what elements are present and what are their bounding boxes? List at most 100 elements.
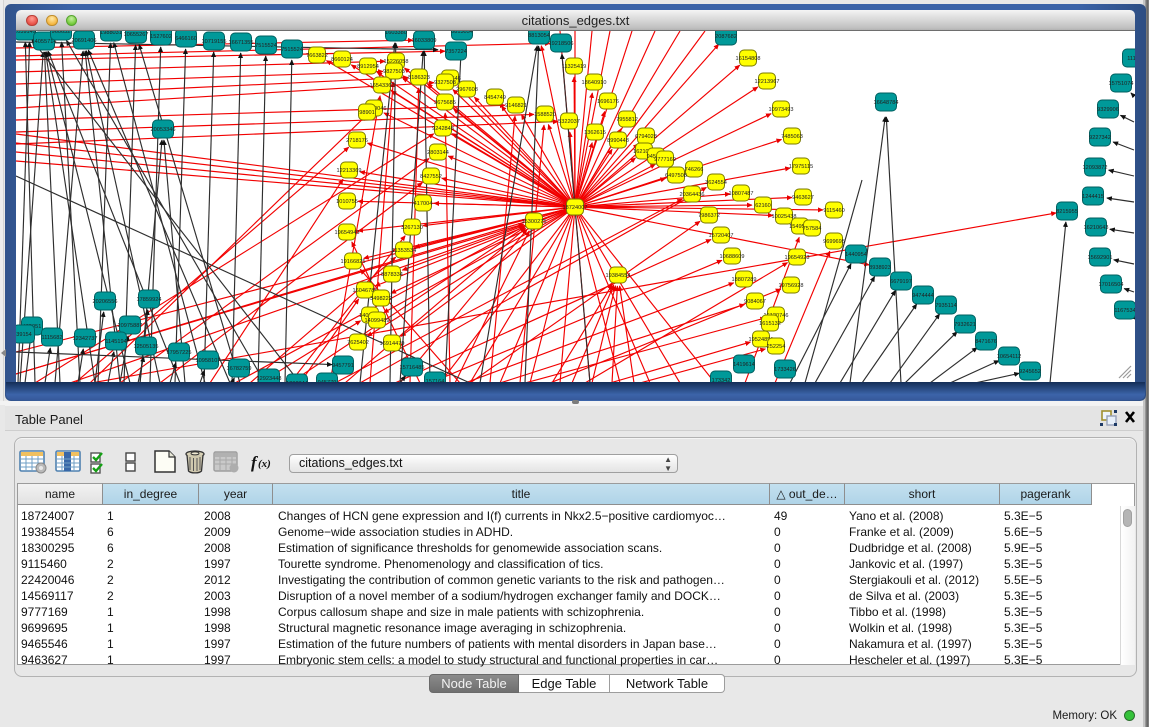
svg-text:10655267: 10655267	[124, 32, 149, 38]
svg-text:10688609: 10688609	[720, 254, 745, 260]
svg-text:12093872: 12093872	[1083, 165, 1108, 171]
svg-text:8215955: 8215955	[1056, 209, 1078, 215]
svg-text:1419614: 1419614	[733, 362, 755, 368]
svg-text:16154808: 16154808	[736, 56, 761, 62]
svg-text:8427552: 8427552	[420, 174, 442, 180]
svg-text:3267130: 3267130	[401, 225, 423, 231]
svg-text:98901: 98901	[359, 110, 375, 116]
svg-text:12342737: 12342737	[73, 336, 98, 342]
svg-text:20053346: 20053346	[151, 127, 176, 133]
svg-text:16033809: 16033809	[412, 38, 437, 44]
svg-text:1145194: 1145194	[105, 339, 126, 345]
svg-text:17975115: 17975115	[789, 164, 813, 170]
svg-text:7625402: 7625402	[347, 340, 369, 346]
svg-text:2803144: 2803144	[427, 150, 449, 156]
svg-text:1115682: 1115682	[42, 335, 63, 341]
svg-text:746266: 746266	[685, 167, 704, 173]
svg-text:62160: 62160	[755, 203, 771, 209]
svg-text:757584: 757584	[803, 226, 822, 232]
svg-text:960632: 960632	[52, 31, 71, 35]
svg-text:10654112: 10654112	[997, 354, 1021, 360]
svg-text:16543362: 16543362	[370, 83, 395, 89]
svg-text:1440954: 1440954	[845, 252, 867, 258]
svg-text:7935114: 7935114	[935, 303, 956, 309]
svg-text:19654923: 19654923	[785, 255, 810, 261]
svg-text:2039149: 2039149	[16, 31, 36, 35]
svg-text:1292344: 1292344	[286, 381, 308, 382]
svg-text:1010755: 1010755	[336, 199, 358, 205]
svg-text:9329906: 9329906	[1097, 107, 1119, 113]
svg-text:9242848: 9242848	[432, 126, 454, 132]
svg-text:19166825: 19166825	[341, 259, 366, 265]
svg-text:10807487: 10807487	[729, 191, 754, 197]
svg-text:1615132: 1615132	[759, 321, 781, 327]
svg-text:20364436: 20364436	[680, 192, 705, 198]
svg-text:16671355: 16671355	[229, 40, 254, 46]
svg-text:18724007: 18724007	[563, 205, 588, 211]
svg-text:12213369: 12213369	[337, 168, 362, 174]
svg-text:15300275: 15300275	[522, 219, 547, 225]
svg-text:9115460: 9115460	[823, 208, 844, 214]
svg-text:173342: 173342	[712, 378, 731, 382]
svg-text:2087682: 2087682	[715, 34, 737, 40]
svg-text:6497508: 6497508	[665, 173, 687, 179]
svg-text:11325419: 11325419	[562, 64, 586, 70]
svg-text:7485063: 7485063	[781, 134, 803, 140]
svg-text:1244415: 1244415	[1082, 194, 1104, 200]
svg-text:15720407: 15720407	[709, 233, 734, 239]
svg-text:8454749: 8454749	[484, 95, 506, 101]
svg-text:7357224: 7357224	[445, 49, 467, 55]
svg-text:9463627: 9463627	[792, 195, 814, 201]
svg-text:19756928: 19756928	[779, 283, 804, 289]
svg-text:417004: 417004	[414, 201, 433, 207]
svg-text:9245652: 9245652	[1019, 369, 1041, 375]
svg-text:8813054: 8813054	[451, 31, 473, 35]
svg-text:16914479: 16914479	[380, 341, 405, 347]
svg-text:1167534: 1167534	[1114, 308, 1135, 314]
svg-text:16210643: 16210643	[1084, 225, 1109, 231]
svg-text:9227342: 9227342	[1089, 135, 1111, 141]
svg-text:6679197: 6679197	[890, 279, 912, 285]
svg-text:2718176: 2718176	[346, 138, 368, 144]
svg-text:17957225: 17957225	[167, 350, 192, 356]
svg-text:16648784: 16648784	[874, 100, 899, 106]
svg-text:8660124: 8660124	[331, 57, 353, 63]
svg-text:10719155: 10719155	[202, 39, 227, 45]
svg-text:1362615: 1362615	[584, 130, 606, 136]
svg-text:9827503: 9827503	[383, 69, 405, 75]
svg-text:3624554: 3624554	[705, 180, 727, 186]
svg-text:10958107: 10958107	[196, 358, 221, 364]
svg-text:18640910: 18640910	[582, 80, 607, 86]
svg-text:6466160: 6466160	[175, 36, 197, 42]
svg-text:19218506: 19218506	[549, 41, 574, 47]
svg-text:7932621: 7932621	[954, 322, 976, 328]
svg-text:6794028: 6794028	[635, 134, 657, 140]
svg-text:8186323: 8186323	[408, 75, 430, 81]
svg-text:7515524: 7515524	[255, 43, 277, 49]
svg-text:8990448: 8990448	[607, 138, 629, 144]
svg-text:1733426: 1733426	[774, 367, 796, 373]
svg-text:11353534: 11353534	[392, 248, 416, 254]
svg-text:157164: 157164	[426, 379, 445, 382]
svg-text:8878334: 8878334	[381, 272, 403, 278]
svg-text:945779: 945779	[318, 380, 337, 382]
svg-text:20206556: 20206556	[93, 299, 118, 305]
svg-text:15692901: 15692901	[1088, 255, 1113, 261]
svg-text:20975887: 20975887	[118, 323, 143, 329]
svg-text:19384554: 19384554	[606, 273, 631, 279]
svg-text:12923448: 12923448	[257, 376, 282, 382]
svg-text:12213967: 12213967	[755, 79, 780, 85]
svg-text:19654945: 19654945	[335, 230, 360, 236]
svg-text:9146821: 9146821	[505, 103, 527, 109]
svg-text:252254: 252254	[767, 344, 786, 350]
svg-text:20691406: 20691406	[72, 38, 97, 44]
svg-text:7986372: 7986372	[698, 213, 720, 219]
svg-text:16782759: 16782759	[227, 366, 252, 372]
svg-text:15751074: 15751074	[1109, 81, 1134, 87]
svg-text:9084067: 9084067	[744, 299, 766, 305]
svg-text:3498222: 3498222	[370, 296, 392, 302]
svg-text:7955812: 7955812	[616, 117, 638, 123]
svg-text:15716485: 15716485	[400, 365, 425, 371]
svg-text:9474444: 9474444	[912, 293, 934, 299]
svg-text:3675685: 3675685	[434, 100, 456, 106]
